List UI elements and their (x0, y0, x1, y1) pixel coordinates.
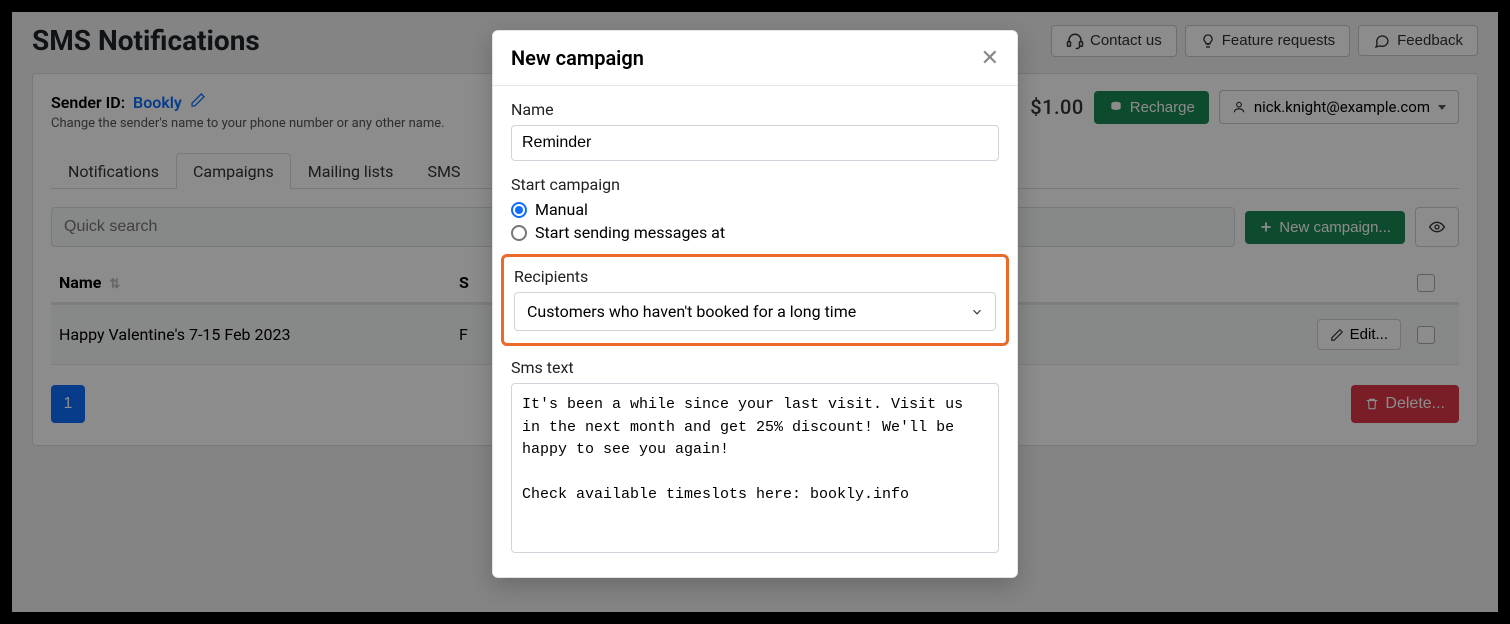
start-campaign-label: Start campaign (511, 175, 999, 194)
radio-scheduled-label: Start sending messages at (535, 223, 725, 242)
close-icon[interactable]: ✕ (981, 45, 999, 71)
new-campaign-modal: New campaign ✕ Name Start campaign Manua… (492, 30, 1018, 578)
modal-title: New campaign (511, 46, 644, 70)
radio-scheduled[interactable] (511, 225, 527, 241)
recipients-label: Recipients (514, 267, 996, 286)
sms-text-input[interactable] (511, 383, 999, 553)
recipients-select[interactable]: Customers who haven't booked for a long … (514, 292, 996, 331)
radio-manual[interactable] (511, 202, 527, 218)
campaign-name-input[interactable] (511, 125, 999, 161)
sms-text-label: Sms text (511, 358, 999, 377)
recipients-section-highlight: Recipients Customers who haven't booked … (501, 254, 1009, 346)
name-label: Name (511, 100, 999, 119)
radio-manual-label: Manual (535, 200, 588, 219)
